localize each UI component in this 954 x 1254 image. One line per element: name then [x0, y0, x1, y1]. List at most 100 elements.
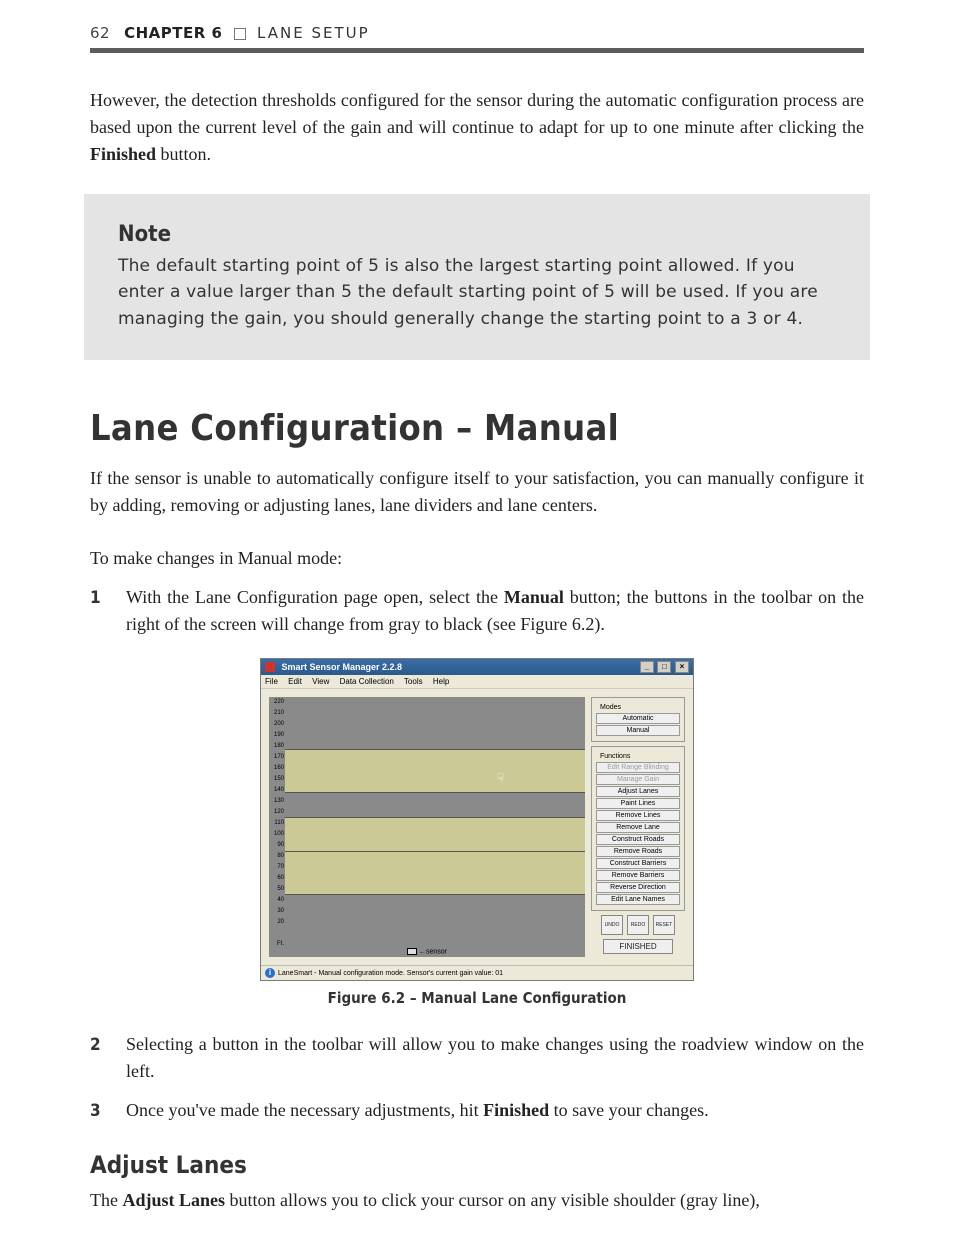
- section-paragraph-2: To make changes in Manual mode:: [90, 545, 864, 572]
- axis-tick: 30: [270, 908, 284, 914]
- axis-tick: 160: [270, 765, 284, 771]
- icon-button-row: UNDO REDO RESET: [591, 915, 685, 935]
- axis-tick: 20: [270, 919, 284, 925]
- ssm-window: Smart Sensor Manager 2.2.8 _ □ × File Ed…: [260, 658, 694, 981]
- roadview-canvas[interactable]: 220 210 200 190 180 170 160 150 140 130 …: [269, 697, 585, 957]
- note-body: The default starting point of 5 is also …: [118, 253, 836, 332]
- window-title: Smart Sensor Manager 2.2.8: [282, 662, 403, 672]
- fn-remove-barriers-button[interactable]: Remove Barriers: [596, 870, 680, 881]
- axis-tick: 120: [270, 809, 284, 815]
- sensor-marker: ←sensor: [407, 948, 447, 955]
- mode-manual-button[interactable]: Manual: [596, 725, 680, 736]
- text: button allows you to click your cursor o…: [225, 1190, 760, 1210]
- axis-tick: 90: [270, 842, 284, 848]
- text: button.: [156, 144, 211, 164]
- menu-data-collection[interactable]: Data Collection: [340, 677, 394, 686]
- functions-group: Functions Edit Range Blinding Manage Gai…: [591, 746, 685, 911]
- text: However, the detection thresholds config…: [90, 90, 864, 137]
- axis-tick: 60: [270, 875, 284, 881]
- fn-adjust-lanes-button[interactable]: Adjust Lanes: [596, 786, 680, 797]
- text: to save your changes.: [549, 1100, 708, 1120]
- minimize-button[interactable]: _: [640, 661, 654, 673]
- finished-button[interactable]: FINISHED: [603, 939, 673, 954]
- section-paragraph-1: If the sensor is unable to automatically…: [90, 465, 864, 519]
- axis-unit: Ft.: [270, 941, 284, 947]
- axis-tick: 50: [270, 886, 284, 892]
- undo-button[interactable]: UNDO: [601, 915, 623, 935]
- axis-tick: 70: [270, 864, 284, 870]
- sensor-label: sensor: [426, 948, 447, 955]
- figure-6-2: Smart Sensor Manager 2.2.8 _ □ × File Ed…: [90, 658, 864, 1007]
- status-bar: iLaneSmart - Manual configuration mode. …: [261, 965, 693, 980]
- fn-remove-lane-button[interactable]: Remove Lane: [596, 822, 680, 833]
- axis: 220 210 200 190 180 170 160 150 140 130 …: [269, 697, 285, 957]
- menu-bar: File Edit View Data Collection Tools Hel…: [261, 675, 693, 689]
- axis-tick: 200: [270, 721, 284, 727]
- close-button[interactable]: ×: [675, 661, 689, 673]
- fn-construct-barriers-button[interactable]: Construct Barriers: [596, 858, 680, 869]
- subsection-paragraph: The Adjust Lanes button allows you to cl…: [90, 1187, 864, 1214]
- maximize-button[interactable]: □: [657, 661, 671, 673]
- page-number: 62: [90, 24, 110, 42]
- window-titlebar: Smart Sensor Manager 2.2.8 _ □ ×: [261, 659, 693, 675]
- axis-tick: 190: [270, 732, 284, 738]
- modes-group: Modes Automatic Manual: [591, 697, 685, 742]
- axis-tick: 130: [270, 798, 284, 804]
- fn-remove-lines-button[interactable]: Remove Lines: [596, 810, 680, 821]
- mode-automatic-button[interactable]: Automatic: [596, 713, 680, 724]
- fn-edit-range-blinding-button[interactable]: Edit Range Blinding: [596, 762, 680, 773]
- header-rule: [90, 48, 864, 53]
- axis-tick: 100: [270, 831, 284, 837]
- reset-button[interactable]: RESET: [653, 915, 675, 935]
- steps-list-cont: Selecting a button in the toolbar will a…: [90, 1031, 864, 1125]
- step-1: With the Lane Configuration page open, s…: [90, 584, 864, 638]
- note-box: Note The default starting point of 5 is …: [84, 194, 870, 360]
- axis-tick: 180: [270, 743, 284, 749]
- axis-tick: 210: [270, 710, 284, 716]
- chapter-divider-icon: [234, 28, 246, 40]
- text: The: [90, 1190, 122, 1210]
- fn-remove-roads-button[interactable]: Remove Roads: [596, 846, 680, 857]
- status-text: LaneSmart - Manual configuration mode. S…: [278, 970, 503, 977]
- lane-band: [285, 817, 585, 853]
- fn-reverse-direction-button[interactable]: Reverse Direction: [596, 882, 680, 893]
- lane-band: [285, 851, 585, 895]
- sensor-icon: [407, 948, 417, 955]
- running-header: 62 CHAPTER 6 LANE SETUP: [90, 24, 864, 42]
- redo-button[interactable]: REDO: [627, 915, 649, 935]
- text: Selecting a button in the toolbar will a…: [126, 1034, 864, 1081]
- menu-tools[interactable]: Tools: [404, 677, 423, 686]
- info-icon: i: [265, 968, 275, 978]
- menu-file[interactable]: File: [265, 677, 278, 686]
- axis-tick: 80: [270, 853, 284, 859]
- modes-legend: Modes: [598, 704, 623, 711]
- side-panel: Modes Automatic Manual Functions Edit Ra…: [591, 697, 685, 957]
- adjust-lanes-emphasis: Adjust Lanes: [122, 1190, 225, 1210]
- fn-manage-gain-button[interactable]: Manage Gain: [596, 774, 680, 785]
- axis-tick: 40: [270, 897, 284, 903]
- subsection-heading: Adjust Lanes: [90, 1151, 864, 1179]
- app-icon: [265, 662, 275, 672]
- menu-edit[interactable]: Edit: [288, 677, 302, 686]
- chapter-label: CHAPTER 6: [124, 24, 222, 42]
- note-title: Note: [118, 222, 836, 247]
- steps-list: With the Lane Configuration page open, s…: [90, 584, 864, 638]
- text: With the Lane Configuration page open, s…: [126, 587, 504, 607]
- menu-help[interactable]: Help: [433, 677, 449, 686]
- manual-emphasis: Manual: [504, 587, 564, 607]
- axis-tick: 110: [270, 820, 284, 826]
- axis-tick: 150: [270, 776, 284, 782]
- hand-cursor-icon: ☟: [497, 771, 504, 785]
- fn-construct-roads-button[interactable]: Construct Roads: [596, 834, 680, 845]
- intro-paragraph: However, the detection thresholds config…: [90, 87, 864, 168]
- axis-tick: 170: [270, 754, 284, 760]
- step-3: Once you've made the necessary adjustmen…: [90, 1097, 864, 1125]
- menu-view[interactable]: View: [312, 677, 329, 686]
- axis-tick: 140: [270, 787, 284, 793]
- fn-paint-lines-button[interactable]: Paint Lines: [596, 798, 680, 809]
- functions-legend: Functions: [598, 753, 632, 760]
- fn-edit-lane-names-button[interactable]: Edit Lane Names: [596, 894, 680, 905]
- step-2: Selecting a button in the toolbar will a…: [90, 1031, 864, 1085]
- finished-emphasis: Finished: [90, 144, 156, 164]
- lane-band: [285, 749, 585, 793]
